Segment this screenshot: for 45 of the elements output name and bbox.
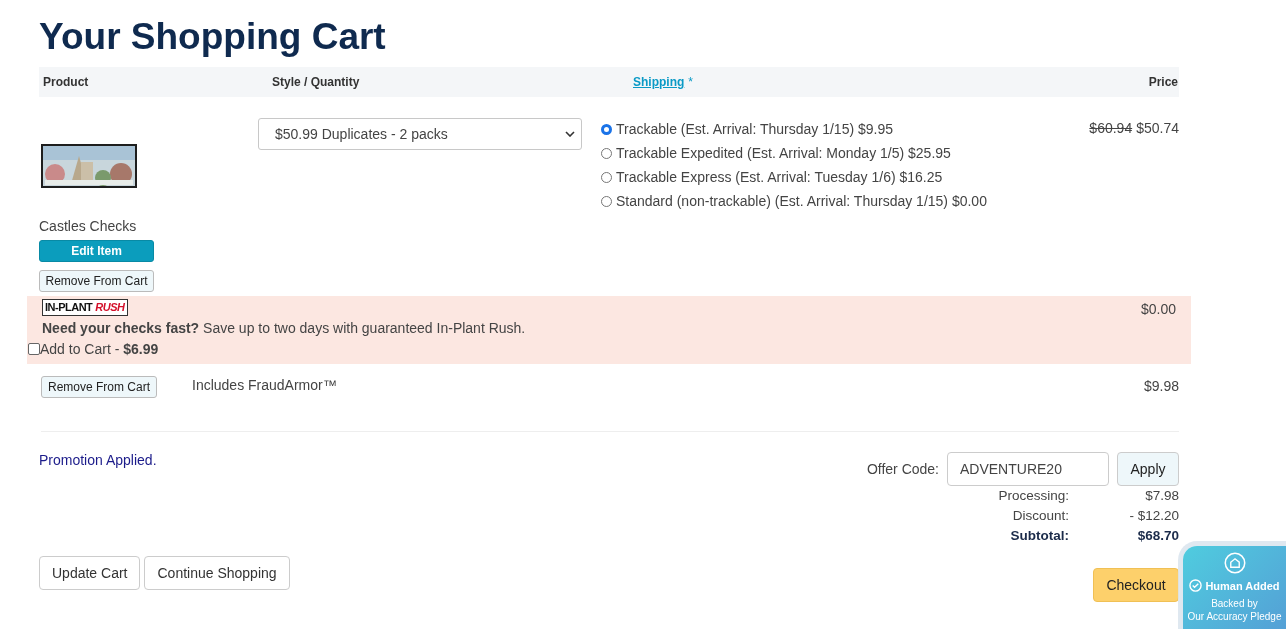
column-header: Style / Quantity: [271, 75, 361, 89]
remove-from-cart-button[interactable]: Remove From Cart: [41, 375, 157, 398]
total-value: - $12.20: [1129, 507, 1179, 525]
shipping-option-label: Trackable Express (Est. Arrival: Tuesday 1/6) $16.25: [616, 169, 943, 185]
page-title: Your Shopping Cart: [38, 15, 387, 59]
total-label: Discount:: [1011, 507, 1069, 525]
checkout-button[interactable]: Checkout: [1093, 568, 1179, 602]
offer-code-label: Offer Code:: [866, 461, 939, 477]
checkbox[interactable]: [28, 343, 40, 355]
total-value: $7.98: [1145, 487, 1179, 505]
shipping-option-label: Trackable Expedited (Est. Arrival: Monday 1/5) $25.95: [616, 145, 951, 161]
badge-title: Human Added: [1205, 579, 1280, 592]
badge-text: Backed by: [1211, 598, 1258, 610]
rush-price: $0.00: [1140, 300, 1176, 319]
product-name: Castles Checks: [39, 218, 137, 234]
rush-description: Need your checks fast? Save up to two days with guaranteed In-Plant Rush.: [42, 320, 526, 336]
total-value: $68.70: [1137, 527, 1179, 545]
total-label: Subtotal:: [1009, 527, 1069, 545]
radio-button[interactable]: [601, 147, 612, 159]
add-to-cart-label: Add to Cart - $6.99: [40, 341, 159, 357]
addon-description: Includes FraudArmor™: [192, 376, 338, 393]
remove-from-cart-button[interactable]: Remove From Cart: [39, 270, 154, 292]
offer-code-field[interactable]: ADVENTURE20: [947, 452, 1109, 486]
check-circle-icon: [1189, 579, 1203, 592]
in-plant-rush-logo: IN-PLANT RUSH: [42, 299, 128, 316]
house-icon: [1223, 552, 1246, 574]
original-price: $60.94: [1089, 120, 1133, 136]
radio-button[interactable]: [601, 123, 612, 135]
column-header: Product: [42, 75, 90, 89]
promotion-message: Promotion Applied.: [39, 452, 158, 468]
addon-price: $9.98: [1143, 377, 1179, 394]
chevron-icon: [565, 131, 575, 137]
radio-button[interactable]: [601, 195, 612, 207]
apply-button[interactable]: Apply: [1117, 452, 1179, 486]
radio-button[interactable]: [601, 171, 612, 183]
cart-button[interactable]: Continue Shopping: [144, 556, 290, 590]
column-header: Price: [1148, 75, 1179, 89]
style-select[interactable]: $50.99 Duplicates - 2 packs: [258, 118, 582, 150]
required-mark: *: [688, 75, 693, 89]
shipping-option-label: Standard (non-trackable) (Est. Arrival: Thursday 1/15) $0.00: [616, 193, 987, 209]
total-label: Processing:: [997, 487, 1069, 505]
item-price: $50.74: [1136, 120, 1179, 136]
shipping-option-label: Trackable (Est. Arrival: Thursday 1/15) $9.95: [616, 121, 893, 137]
cart-button[interactable]: Update Cart: [39, 556, 141, 590]
badge-text: Our Accuracy Pledge: [1187, 611, 1282, 623]
